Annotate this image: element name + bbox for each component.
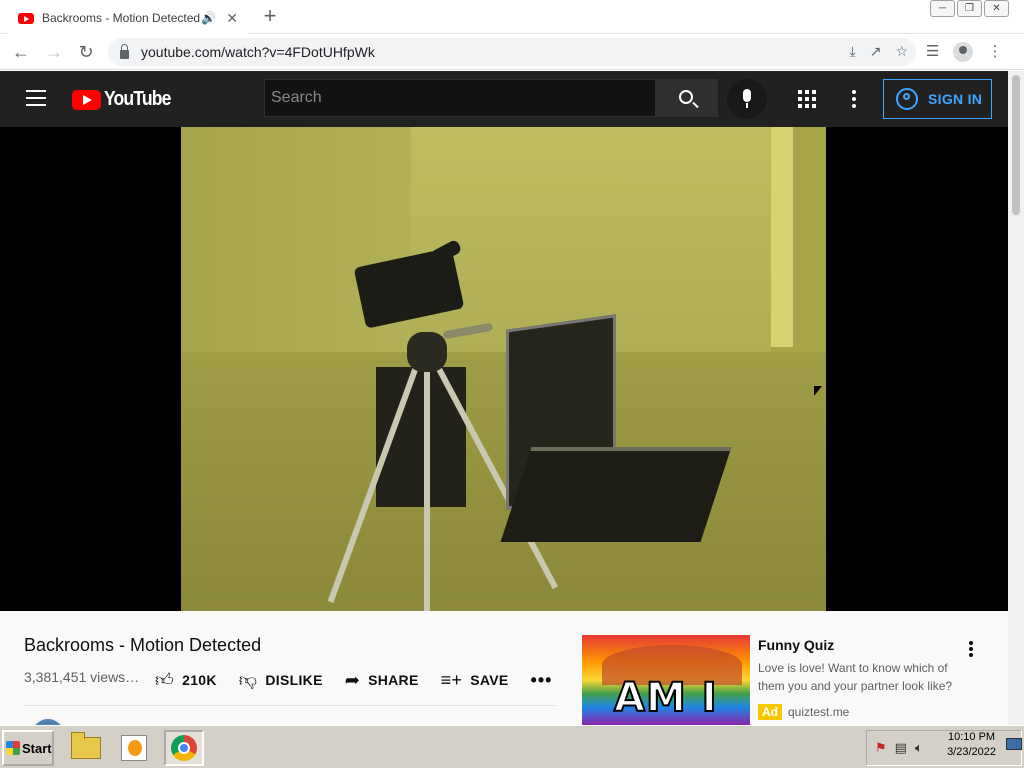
network-icon[interactable]: ▤ (895, 740, 907, 756)
like-count: 210K (182, 672, 217, 688)
ad-badge: Ad (758, 704, 782, 720)
sign-in-label: SIGN IN (928, 91, 983, 107)
ad-menu-icon[interactable] (969, 641, 973, 659)
browser-extension-icons: ☰ ⋮ (926, 42, 1002, 62)
browser-menu-icon[interactable]: ⋮ (987, 42, 1002, 62)
new-tab-button[interactable]: + (259, 4, 281, 28)
like-button[interactable]: 👍︎ 210K (155, 669, 217, 691)
media-controls-icon[interactable]: ☰ (926, 42, 939, 62)
open-case-box (500, 447, 732, 542)
volume-icon[interactable]: 🔈︎ (915, 740, 923, 756)
tab-close-icon[interactable]: ✕ (226, 10, 238, 27)
search-box[interactable] (264, 79, 656, 117)
start-label: Start (22, 740, 52, 756)
back-button[interactable]: ← (10, 41, 32, 63)
voice-search-button[interactable] (727, 79, 767, 119)
ad-title[interactable]: Funny Quiz (758, 637, 834, 653)
show-desktop-icon[interactable] (1006, 738, 1022, 750)
forward-button[interactable]: → (43, 41, 65, 63)
video-info-section: Backrooms - Motion Detected 3,381,451 vi… (0, 611, 1008, 751)
hamburger-menu-icon[interactable] (26, 90, 46, 106)
url-text[interactable]: youtube.com/watch?v=4FDotUHfpWk (141, 44, 375, 60)
ad-description[interactable]: Love is love! Want to know which of them… (758, 659, 963, 695)
view-count[interactable]: 3,381,451 views… (24, 669, 139, 685)
browser-tab-strip: Backrooms - Motion Detected 🔊 ✕ + ─ ❐ ✕ (0, 0, 1024, 34)
share-button[interactable]: ➦ SHARE (345, 670, 419, 691)
save-label: SAVE (470, 672, 509, 688)
ad-meta: Ad quiztest.me (758, 704, 849, 720)
install-icon[interactable]: ⤓ (850, 43, 856, 60)
restore-button[interactable]: ❐ (957, 0, 982, 17)
chrome-taskbar-button[interactable] (164, 730, 204, 766)
save-button[interactable]: ≡+ SAVE (441, 670, 509, 691)
action-center-flag-icon[interactable]: ⚑ (875, 740, 887, 756)
search-icon (679, 90, 693, 104)
user-circle-icon (896, 88, 918, 110)
folder-icon (71, 732, 101, 759)
reload-button[interactable]: ↻ (75, 41, 97, 63)
ad-thumbnail[interactable]: AM I (582, 635, 750, 725)
address-bar[interactable]: youtube.com/watch?v=4FDotUHfpWk ⤓ ↗ ☆ (108, 38, 916, 66)
media-player-taskbar-button[interactable] (114, 730, 154, 766)
omnibox-icons: ⤓ ↗ ☆ (850, 43, 909, 60)
thumbs-down-icon: 👎︎ (238, 670, 258, 690)
video-actions: 👍︎ 210K 👎︎ DISLIKE ➦ SHARE ≡+ SAVE ••• (155, 669, 552, 691)
youtube-masthead: YouTube SIGN IN (0, 71, 1008, 127)
youtube-play-icon (72, 89, 101, 110)
browser-toolbar: ← → ↻ youtube.com/watch?v=4FDotUHfpWk ⤓ … (0, 34, 1024, 70)
media-player-icon (121, 735, 147, 761)
clock-time: 10:10 PM (947, 731, 996, 743)
youtube-logo[interactable]: YouTube (72, 88, 180, 111)
dislike-button[interactable]: 👎︎ DISLIKE (239, 669, 323, 691)
video-player[interactable] (0, 127, 1008, 611)
search-input[interactable] (271, 89, 655, 107)
sign-in-button[interactable]: SIGN IN (883, 79, 992, 119)
lock-icon[interactable] (120, 43, 129, 59)
file-explorer-taskbar-button[interactable] (66, 730, 106, 766)
bookmark-star-icon[interactable]: ☆ (895, 43, 908, 60)
tab-title: Backrooms - Motion Detected (42, 11, 201, 25)
speaker-icon[interactable]: 🔊 (201, 11, 216, 25)
video-title: Backrooms - Motion Detected (24, 635, 262, 655)
share-icon[interactable]: ↗ (870, 43, 882, 60)
browser-tab[interactable]: Backrooms - Motion Detected 🔊 ✕ (8, 2, 248, 34)
apps-grid-icon[interactable] (798, 90, 816, 108)
mouse-cursor-icon (814, 386, 822, 396)
dislike-label: DISLIKE (265, 672, 323, 688)
search-button[interactable] (656, 79, 718, 117)
settings-kebab-icon[interactable] (852, 90, 856, 111)
system-tray: ⚑ ▤ 🔈︎ (866, 730, 1022, 766)
system-clock[interactable]: 10:10 PM 3/23/2022 (947, 730, 996, 760)
window-controls: ─ ❐ ✕ (928, 0, 1009, 18)
start-button[interactable]: Start (2, 730, 54, 766)
more-actions-button[interactable]: ••• (531, 670, 553, 691)
page-scrollbar[interactable] (1008, 71, 1024, 725)
youtube-favicon-icon (18, 12, 34, 24)
profile-avatar-icon[interactable] (953, 42, 974, 62)
youtube-wordmark: YouTube (104, 88, 171, 110)
ad-thumbnail-text: AM I (613, 674, 718, 722)
scrollbar-thumb[interactable] (1012, 75, 1020, 215)
minimize-button[interactable]: ─ (930, 0, 955, 17)
divider (24, 705, 556, 706)
windows-taskbar: Start ⚑ ▤ 🔈︎ 10:10 PM 3/23/2022 (0, 725, 1024, 768)
playlist-add-icon: ≡+ (440, 669, 463, 690)
close-window-button[interactable]: ✕ (984, 0, 1009, 17)
ad-domain[interactable]: quiztest.me (788, 705, 849, 719)
thumbs-up-icon: 👍︎ (155, 670, 175, 690)
windows-flag-icon (6, 741, 20, 755)
share-arrow-icon: ➦ (344, 669, 361, 690)
clock-date: 3/23/2022 (947, 746, 996, 758)
share-label: SHARE (368, 672, 419, 688)
chrome-icon (171, 735, 197, 761)
microphone-icon (743, 89, 751, 102)
video-frame[interactable] (181, 127, 826, 611)
